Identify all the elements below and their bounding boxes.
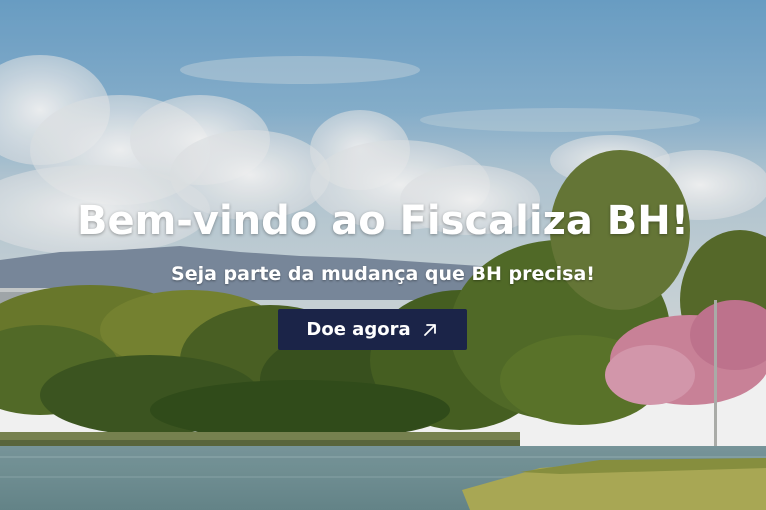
hero-content: Bem-vindo ao Fiscaliza BH! Seja parte da… <box>0 0 766 510</box>
hero-subtitle: Seja parte da mudança que BH precisa! <box>171 263 595 285</box>
hero-title: Bem-vindo ao Fiscaliza BH! <box>77 198 689 244</box>
donate-button[interactable]: Doe agora <box>278 309 467 350</box>
arrow-up-right-icon <box>421 321 439 339</box>
donate-button-label: Doe agora <box>306 319 411 340</box>
hero-section: Bem-vindo ao Fiscaliza BH! Seja parte da… <box>0 0 766 510</box>
